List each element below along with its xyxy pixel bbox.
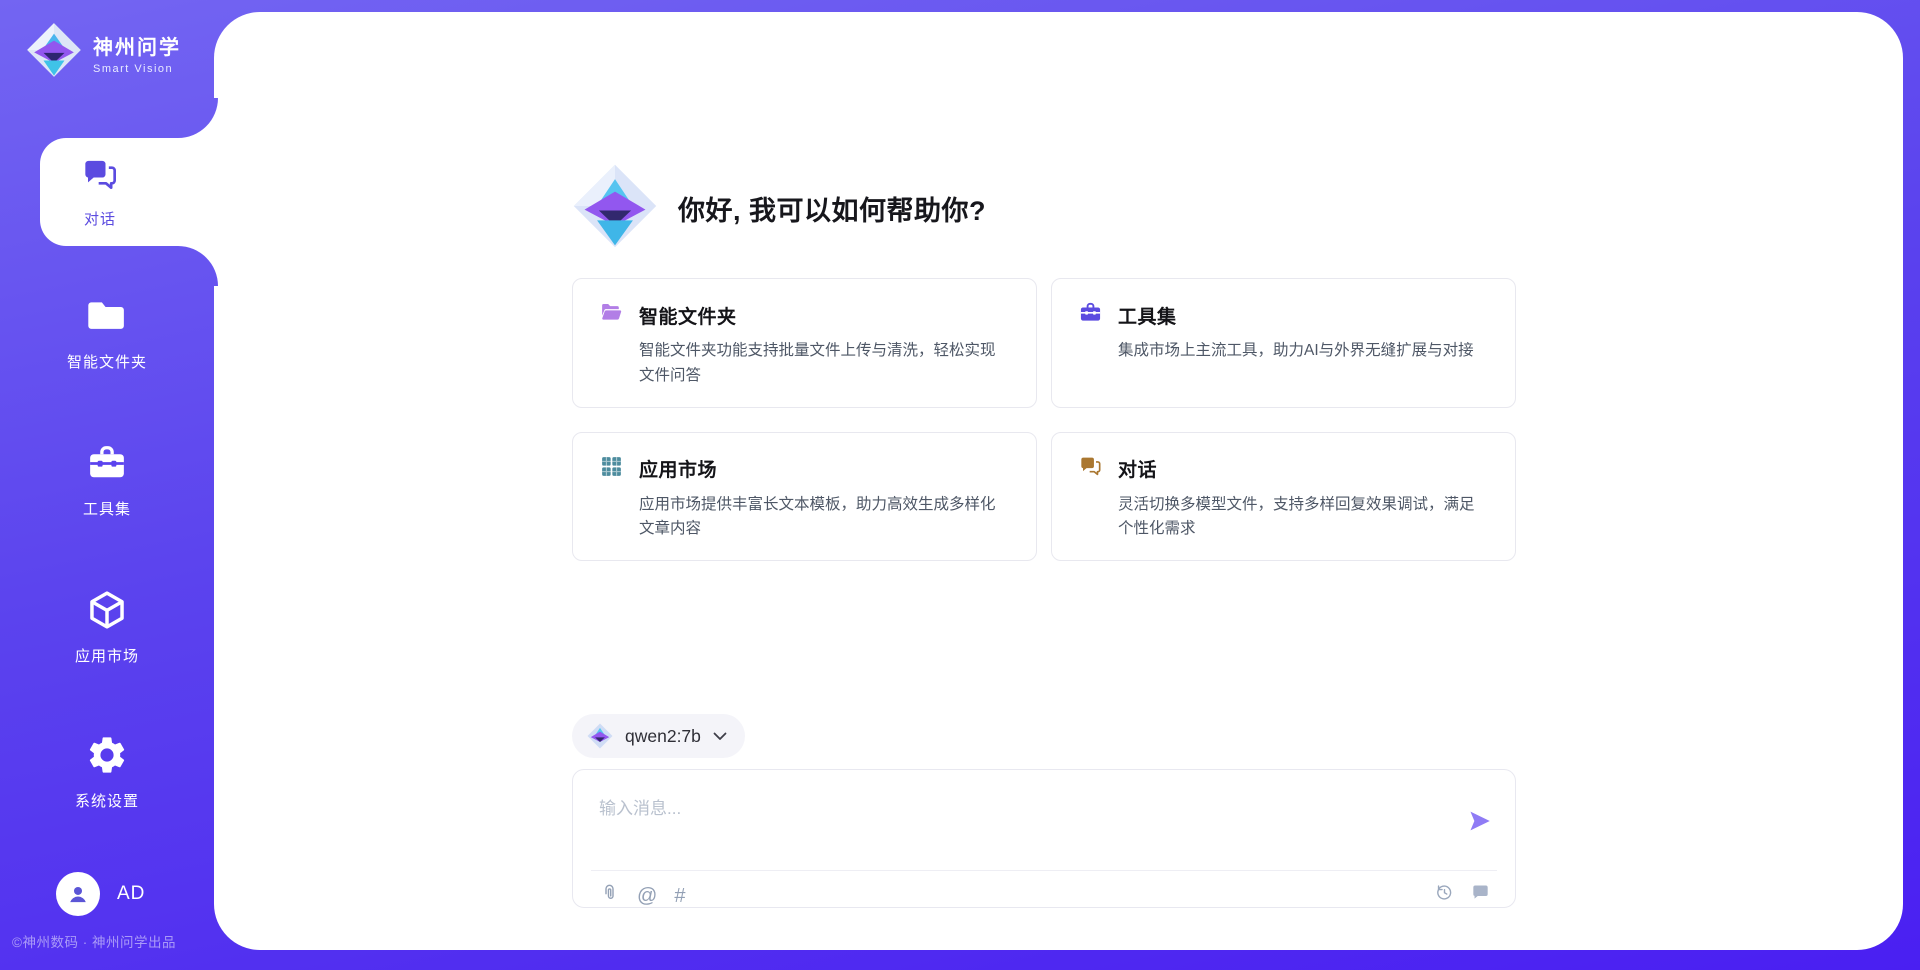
- toolbox-icon: [1078, 300, 1103, 330]
- brand: 神州问学 Smart Vision: [26, 22, 181, 83]
- copyright-footer: ©神州数码 · 神州问学出品: [12, 931, 176, 951]
- avatar: [56, 872, 100, 916]
- sidebar: 神州问学 Smart Vision 对话 智能文件夹: [0, 0, 214, 970]
- diamond-logo-icon: [587, 723, 613, 749]
- main-panel: 你好, 我可以如何帮助你? 智能文件夹 智能文件夹功能支持批量文件上传与清洗，轻…: [214, 12, 1903, 950]
- chat-icon: [80, 155, 120, 200]
- user-account[interactable]: AD: [56, 872, 145, 916]
- folder-open-icon: [599, 300, 624, 330]
- at-icon[interactable]: @: [637, 885, 657, 907]
- folder-icon: [85, 325, 129, 342]
- cube-icon: [85, 619, 129, 636]
- composer-divider: [591, 870, 1497, 871]
- greeting: 你好, 我可以如何帮助你?: [572, 163, 986, 254]
- composer-tools-left: @ #: [599, 882, 685, 909]
- chevron-down-icon: [713, 732, 727, 741]
- card-description: 智能文件夹功能支持批量文件上传与清洗，轻松实现文件问答: [639, 339, 1010, 389]
- sidebar-item-label: 系统设置: [0, 790, 214, 811]
- hash-icon[interactable]: #: [674, 885, 685, 907]
- feature-cards: 智能文件夹 智能文件夹功能支持批量文件上传与清洗，轻松实现文件问答: [572, 278, 1516, 561]
- sidebar-item-smart-folder[interactable]: 智能文件夹: [0, 294, 214, 372]
- gear-icon: [85, 764, 129, 781]
- brand-diamond-logo-icon: [26, 22, 82, 83]
- card-toolset[interactable]: 工具集 集成市场上主流工具，助力AI与外界无缝扩展与对接: [1051, 278, 1516, 408]
- card-smart-folder[interactable]: 智能文件夹 智能文件夹功能支持批量文件上传与清洗，轻松实现文件问答: [572, 278, 1037, 408]
- model-selector[interactable]: qwen2:7b: [572, 714, 745, 758]
- history-icon[interactable]: [1434, 882, 1455, 908]
- chat-icon: [1078, 454, 1103, 484]
- card-description: 灵活切换多模型文件，支持多样回复效果调试，满足个性化需求: [1118, 493, 1489, 543]
- sidebar-item-label: 工具集: [0, 498, 214, 519]
- card-chat[interactable]: 对话 灵活切换多模型文件，支持多样回复效果调试，满足个性化需求: [1051, 432, 1516, 562]
- sidebar-item-label: 应用市场: [0, 645, 214, 666]
- sidebar-item-label: 智能文件夹: [0, 351, 214, 372]
- diamond-logo-icon: [572, 163, 658, 254]
- card-title: 应用市场: [639, 455, 717, 482]
- brand-subtitle: Smart Vision: [93, 63, 181, 75]
- user-initials: AD: [117, 883, 145, 905]
- card-title: 工具集: [1118, 302, 1177, 329]
- toolbox-icon: [85, 472, 129, 489]
- brand-name: 神州问学: [93, 31, 181, 60]
- sidebar-item-settings[interactable]: 系统设置: [0, 733, 214, 811]
- card-description: 集成市场上主流工具，助力AI与外界无缝扩展与对接: [1118, 339, 1489, 364]
- sidebar-item-chat[interactable]: 对话: [40, 138, 218, 246]
- card-description: 应用市场提供丰富长文本模板，助力高效生成多样化文章内容: [639, 493, 1010, 543]
- message-composer: @ #: [572, 769, 1516, 908]
- sidebar-item-label: 对话: [84, 208, 116, 229]
- card-title: 智能文件夹: [639, 302, 737, 329]
- card-app-market[interactable]: 应用市场 应用市场提供丰富长文本模板，助力高效生成多样化文章内容: [572, 432, 1037, 562]
- send-icon[interactable]: [1467, 808, 1493, 834]
- paperclip-icon[interactable]: [599, 882, 620, 909]
- grid-icon: [599, 454, 624, 484]
- composer-tools-right: [1434, 882, 1491, 908]
- model-name: qwen2:7b: [625, 726, 701, 747]
- app-root: 神州问学 Smart Vision 对话 智能文件夹: [0, 0, 1920, 970]
- message-input[interactable]: [599, 794, 1459, 852]
- card-title: 对话: [1118, 455, 1157, 482]
- chat-bubble-icon[interactable]: [1470, 882, 1491, 908]
- sidebar-item-toolset[interactable]: 工具集: [0, 441, 214, 519]
- sidebar-item-app-market[interactable]: 应用市场: [0, 588, 214, 666]
- greeting-title: 你好, 我可以如何帮助你?: [678, 189, 986, 228]
